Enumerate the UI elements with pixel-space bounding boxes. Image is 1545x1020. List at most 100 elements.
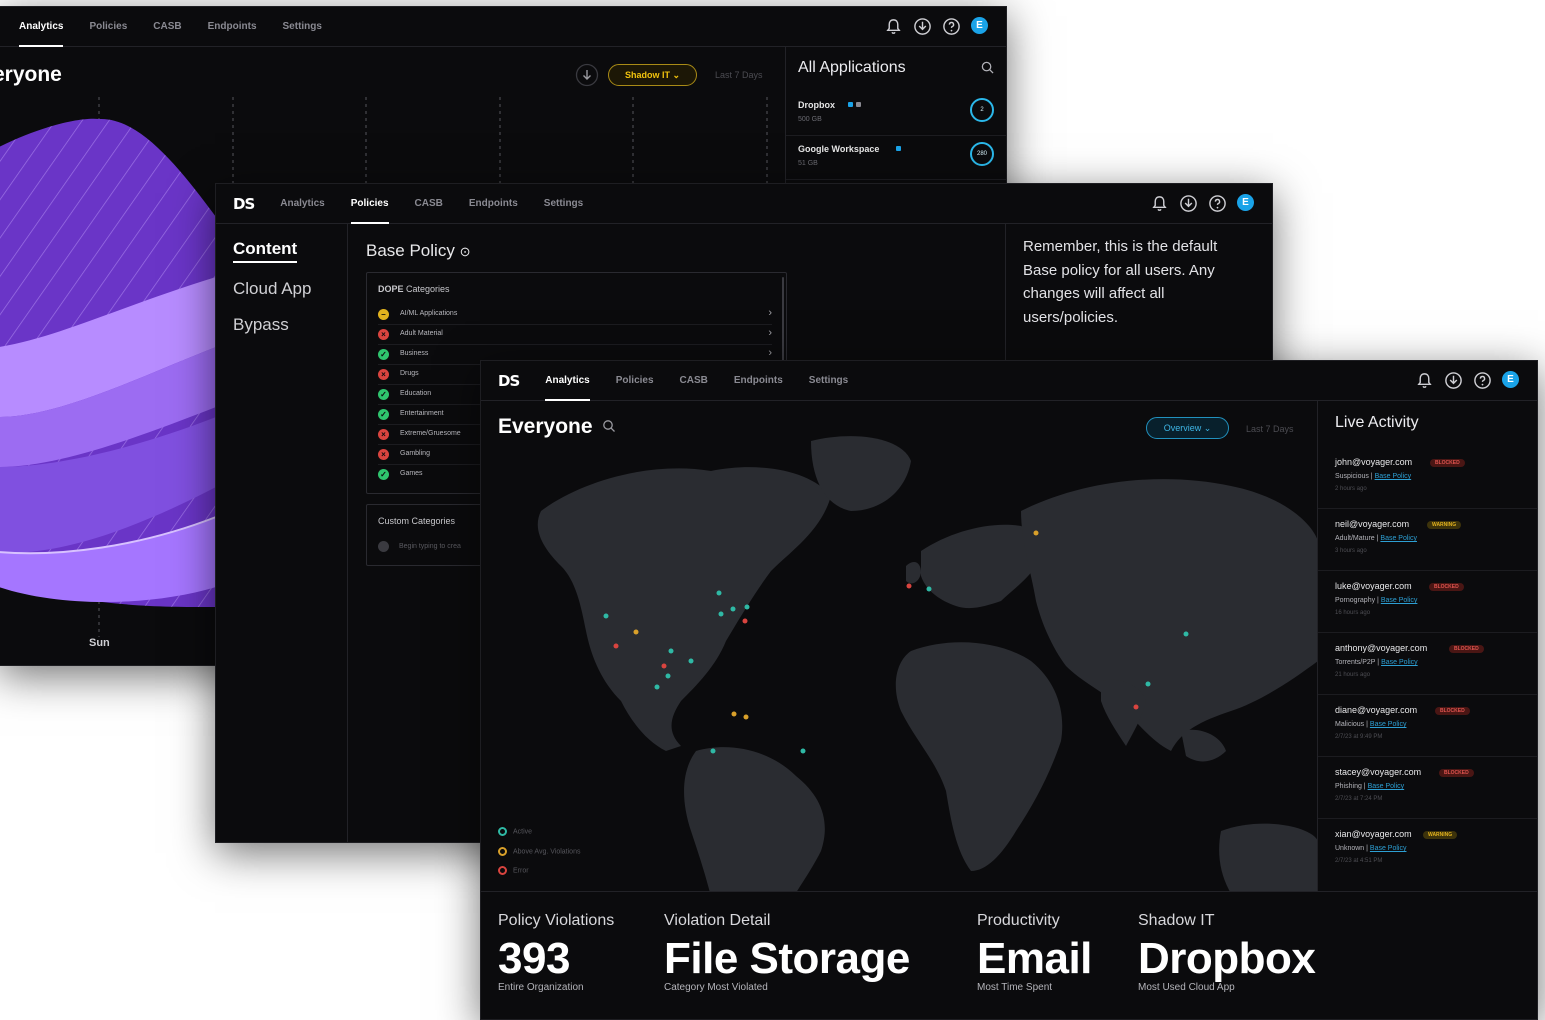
policy-link[interactable]: Base Policy <box>1380 535 1417 542</box>
avatar[interactable]: E <box>971 17 988 34</box>
chevron-right-icon[interactable]: › <box>768 307 772 319</box>
marker-active[interactable] <box>800 748 806 754</box>
activity-row[interactable]: neil@voyager.com WARNING Adult/Mature | … <box>1318 509 1537 571</box>
download-icon[interactable] <box>1444 371 1463 390</box>
marker-active[interactable] <box>688 658 694 664</box>
tab-endpoints[interactable]: Endpoints <box>208 7 257 47</box>
tab-endpoints[interactable]: Endpoints <box>734 361 783 401</box>
chevron-right-icon[interactable]: › <box>768 347 772 359</box>
custom-category-input[interactable]: Begin typing to crea <box>399 543 461 550</box>
marker-error[interactable] <box>613 643 619 649</box>
ds-logo[interactable]: DS <box>233 195 255 213</box>
avatar[interactable]: E <box>1237 194 1254 211</box>
activity-row[interactable]: diane@voyager.com BLOCKED Malicious | Ba… <box>1318 695 1537 757</box>
status-badge: BLOCKED <box>1439 769 1474 777</box>
world-map[interactable] <box>481 401 1318 891</box>
date-range[interactable]: Last 7 Days <box>1246 424 1294 434</box>
marker-warning[interactable] <box>1033 530 1039 536</box>
tab-settings[interactable]: Settings <box>544 184 583 224</box>
marker-active[interactable] <box>603 613 609 619</box>
sidebar-item-content[interactable]: Content <box>233 239 298 263</box>
marker-active[interactable] <box>665 673 671 679</box>
policy-link[interactable]: Base Policy <box>1370 845 1407 852</box>
activity-row[interactable]: xian@voyager.com WARNING Unknown | Base … <box>1318 819 1537 881</box>
legend-item-above-avg: Above Avg. Violations <box>498 847 580 856</box>
activity-category: Suspicious | Base Policy <box>1335 473 1412 480</box>
download-icon[interactable] <box>1179 194 1198 213</box>
marker-active[interactable] <box>926 586 932 592</box>
marker-warning[interactable] <box>633 629 639 635</box>
marker-active[interactable] <box>710 748 716 754</box>
tab-analytics[interactable]: Analytics <box>19 7 64 47</box>
marker-active[interactable] <box>718 611 724 617</box>
stat-label: Productivity <box>977 912 1060 929</box>
policy-link[interactable]: Base Policy <box>1381 597 1418 604</box>
tab-policies[interactable]: Policies <box>616 361 654 401</box>
sidebar-item-cloud-app[interactable]: Cloud App <box>233 279 311 299</box>
marker-active[interactable] <box>1145 681 1151 687</box>
marker-error[interactable] <box>742 618 748 624</box>
timestamp: 3 hours ago <box>1335 548 1367 554</box>
search-icon[interactable] <box>981 61 994 74</box>
policy-link[interactable]: Base Policy <box>1370 721 1407 728</box>
bell-icon[interactable] <box>1150 194 1169 213</box>
legend-item-error: Error <box>498 866 529 875</box>
help-icon[interactable] <box>1473 371 1492 390</box>
help-icon[interactable] <box>1208 194 1227 213</box>
category-row[interactable]: × Adult Material › <box>378 325 772 345</box>
marker-active[interactable] <box>744 604 750 610</box>
activity-row[interactable]: stacey@voyager.com BLOCKED Phishing | Ba… <box>1318 757 1537 819</box>
tab-casb[interactable]: CASB <box>153 7 181 47</box>
info-icon[interactable]: ⊙ <box>460 244 471 259</box>
scrollbar[interactable] <box>782 277 784 365</box>
tab-settings[interactable]: Settings <box>809 361 848 401</box>
marker-error[interactable] <box>906 583 912 589</box>
tab-analytics[interactable]: Analytics <box>545 361 591 401</box>
chevron-right-icon[interactable]: › <box>768 327 772 339</box>
live-activity-panel: Live Activity john@voyager.com BLOCKED S… <box>1317 401 1537 891</box>
help-icon[interactable] <box>942 17 961 36</box>
app-row[interactable]: Google Workspace 51 GB 280 <box>786 136 1006 180</box>
search-icon[interactable] <box>602 419 616 433</box>
bell-icon[interactable] <box>884 17 903 36</box>
marker-warning[interactable] <box>731 711 737 717</box>
category-row[interactable]: – AI/ML Applications › <box>378 305 772 325</box>
timestamp: 2 hours ago <box>1335 486 1367 492</box>
add-icon[interactable] <box>378 541 389 552</box>
check-icon: ✓ <box>378 409 389 420</box>
activity-row[interactable]: luke@voyager.com BLOCKED Pornography | B… <box>1318 571 1537 633</box>
policy-link[interactable]: Base Policy <box>1375 473 1412 480</box>
ds-logo[interactable]: DS <box>498 372 520 390</box>
x-axis-label: Sun <box>89 637 110 649</box>
sidebar-item-bypass[interactable]: Bypass <box>233 315 289 335</box>
app-name: Google Workspace <box>798 144 880 154</box>
tab-policies[interactable]: Policies <box>350 184 389 224</box>
marker-active[interactable] <box>654 684 660 690</box>
activity-row[interactable]: john@voyager.com BLOCKED Suspicious | Ba… <box>1318 447 1537 509</box>
tab-settings[interactable]: Settings <box>283 7 322 47</box>
continent-australia <box>1219 823 1318 891</box>
tab-endpoints[interactable]: Endpoints <box>469 184 518 224</box>
tab-policies[interactable]: Policies <box>89 7 127 47</box>
marker-warning[interactable] <box>743 714 749 720</box>
tab-casb[interactable]: CASB <box>415 184 443 224</box>
marker-active[interactable] <box>1183 631 1189 637</box>
activity-row[interactable]: anthony@voyager.com BLOCKED Torrents/P2P… <box>1318 633 1537 695</box>
marker-error[interactable] <box>661 663 667 669</box>
marker-error[interactable] <box>1133 704 1139 710</box>
tab-analytics[interactable]: Analytics <box>280 184 324 224</box>
avatar[interactable]: E <box>1502 371 1519 388</box>
overview-filter[interactable]: Overview ⌄ <box>1146 417 1229 439</box>
download-icon[interactable] <box>913 17 932 36</box>
marker-active[interactable] <box>716 590 722 596</box>
category-label: Adult Material <box>400 330 443 337</box>
tab-casb[interactable]: CASB <box>680 361 708 401</box>
bell-icon[interactable] <box>1415 371 1434 390</box>
category-label: AI/ML Applications <box>400 310 458 317</box>
policy-sidebar: Content Cloud App Bypass <box>216 224 348 842</box>
policy-link[interactable]: Base Policy <box>1381 659 1418 666</box>
app-row[interactable]: Dropbox 500 GB 2 <box>786 92 1006 136</box>
marker-active[interactable] <box>668 648 674 654</box>
marker-active[interactable] <box>730 606 736 612</box>
policy-link[interactable]: Base Policy <box>1368 783 1405 790</box>
